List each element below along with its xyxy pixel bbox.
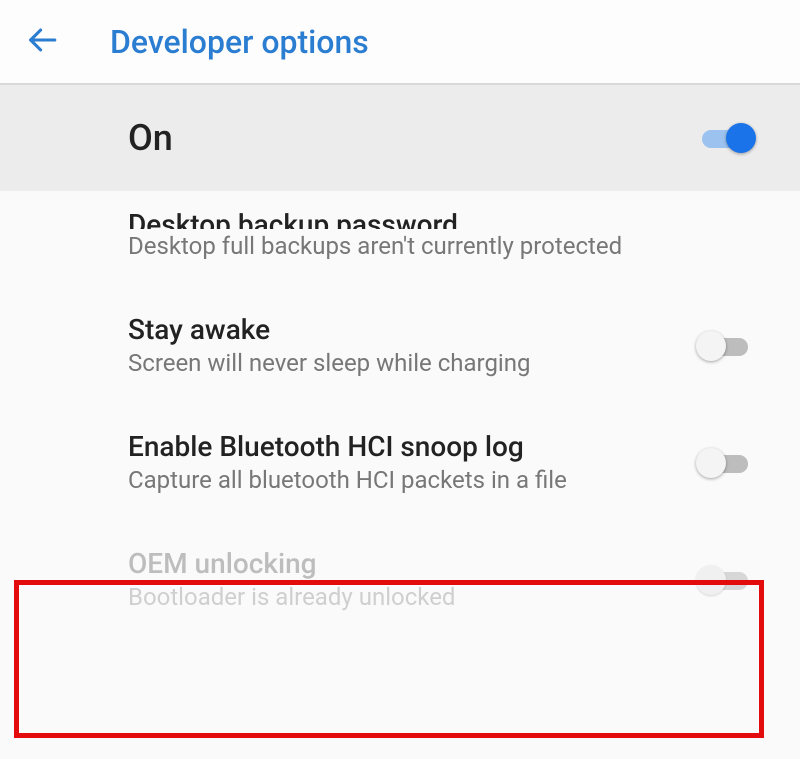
row-text: OEM unlocking Bootloader is already unlo… <box>128 547 694 612</box>
master-toggle[interactable] <box>694 120 756 156</box>
row-title: Stay awake <box>128 313 674 346</box>
master-toggle-label: On <box>128 117 694 159</box>
row-title: OEM unlocking <box>128 547 674 580</box>
row-desktop-backup-password[interactable]: Desktop backup password Desktop full bac… <box>0 191 800 287</box>
oem-unlocking-toggle <box>694 562 756 598</box>
row-oem-unlocking: OEM unlocking Bootloader is already unlo… <box>0 521 800 638</box>
row-text: Enable Bluetooth HCI snoop log Capture a… <box>128 430 694 495</box>
settings-list: Desktop backup password Desktop full bac… <box>0 191 800 638</box>
back-arrow-icon <box>25 23 59 61</box>
row-stay-awake[interactable]: Stay awake Screen will never sleep while… <box>0 287 800 404</box>
row-text: Desktop backup password Desktop full bac… <box>128 197 756 261</box>
row-title: Desktop backup password <box>128 197 736 229</box>
app-header: Developer options <box>0 0 800 85</box>
row-subtitle: Screen will never sleep while charging <box>128 348 674 378</box>
page-title: Developer options <box>110 23 369 61</box>
row-subtitle: Capture all bluetooth HCI packets in a f… <box>128 465 674 495</box>
row-subtitle: Desktop full backups aren't currently pr… <box>128 231 736 261</box>
row-title: Enable Bluetooth HCI snoop log <box>128 430 674 463</box>
back-button[interactable] <box>20 20 64 64</box>
row-text: Stay awake Screen will never sleep while… <box>128 313 694 378</box>
row-enable-bt-hci-snoop[interactable]: Enable Bluetooth HCI snoop log Capture a… <box>0 404 800 521</box>
row-subtitle: Bootloader is already unlocked <box>128 582 674 612</box>
bt-hci-snoop-toggle[interactable] <box>694 445 756 481</box>
master-toggle-row[interactable]: On <box>0 85 800 191</box>
stay-awake-toggle[interactable] <box>694 328 756 364</box>
